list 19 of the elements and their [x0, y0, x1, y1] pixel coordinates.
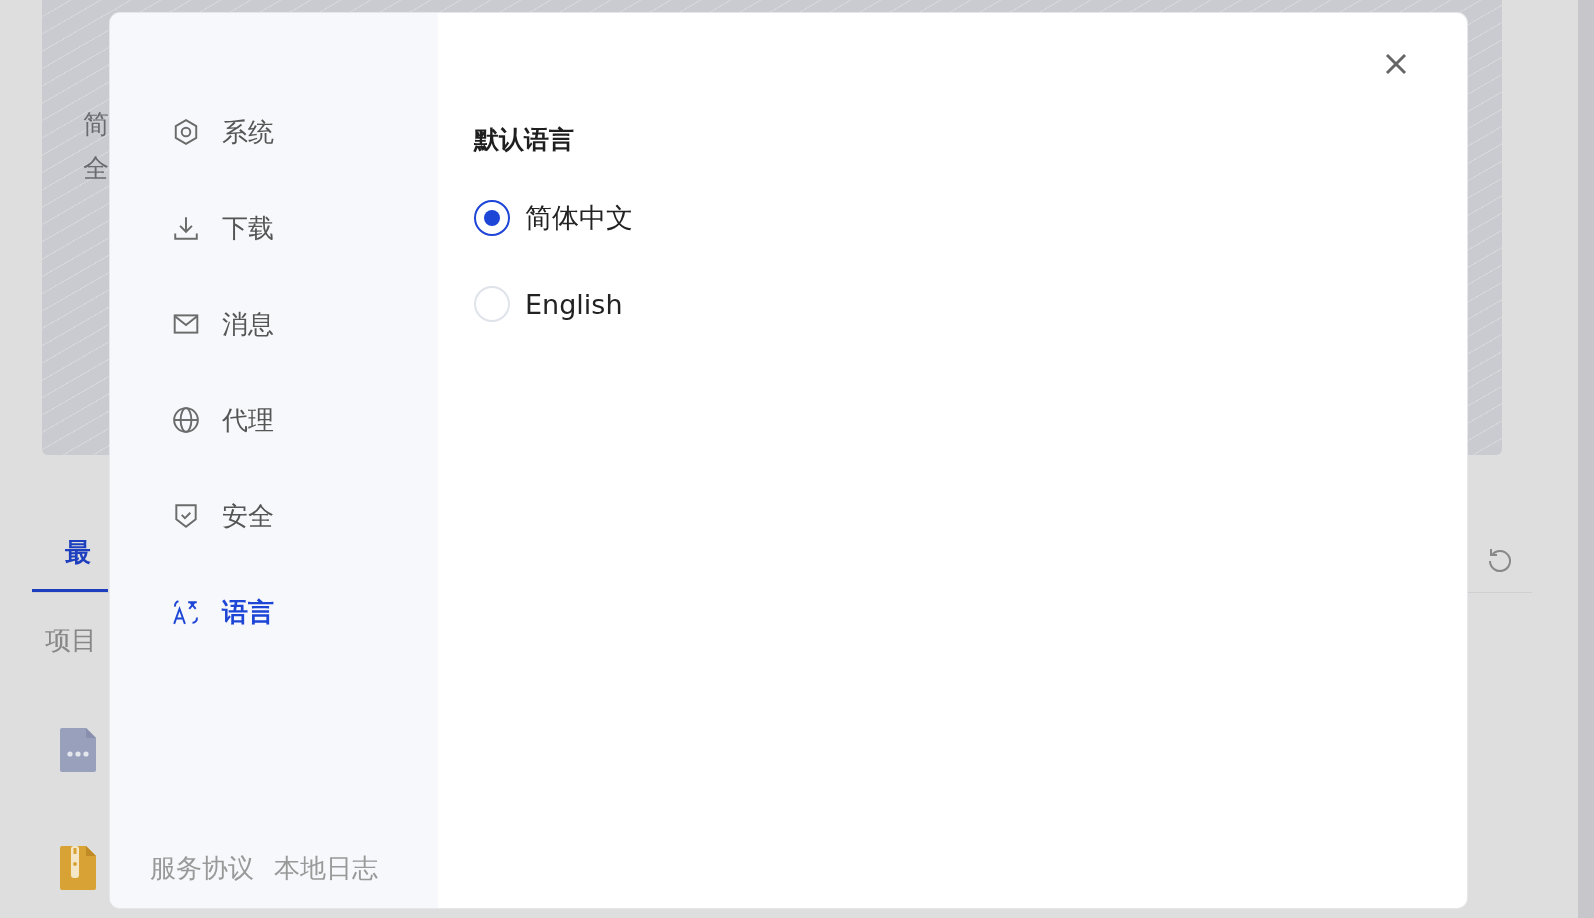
sidebar-item[interactable]: 语言: [110, 564, 438, 660]
sidebar-item[interactable]: 代理: [110, 372, 438, 468]
banner-text: 全: [83, 154, 110, 182]
file-icon: [60, 728, 96, 772]
column-header: 项目: [45, 624, 98, 657]
sidebar-item[interactable]: 系统: [110, 84, 438, 180]
banner-text: 简: [83, 110, 110, 138]
sidebar-item[interactable]: 安全: [110, 468, 438, 564]
radio-option[interactable]: English: [474, 282, 623, 326]
download-icon: [172, 214, 200, 242]
shield-icon: [172, 502, 200, 530]
globe-icon: [172, 406, 200, 434]
zip-file-icon: [60, 846, 96, 890]
settings-icon: [172, 118, 200, 146]
translate-icon: [172, 598, 200, 626]
sidebar-item[interactable]: 消息: [110, 276, 438, 372]
radio-option[interactable]: 简体中文: [474, 196, 633, 240]
sidebar-item[interactable]: 下载: [110, 180, 438, 276]
section-title: 默认语言: [474, 124, 575, 156]
